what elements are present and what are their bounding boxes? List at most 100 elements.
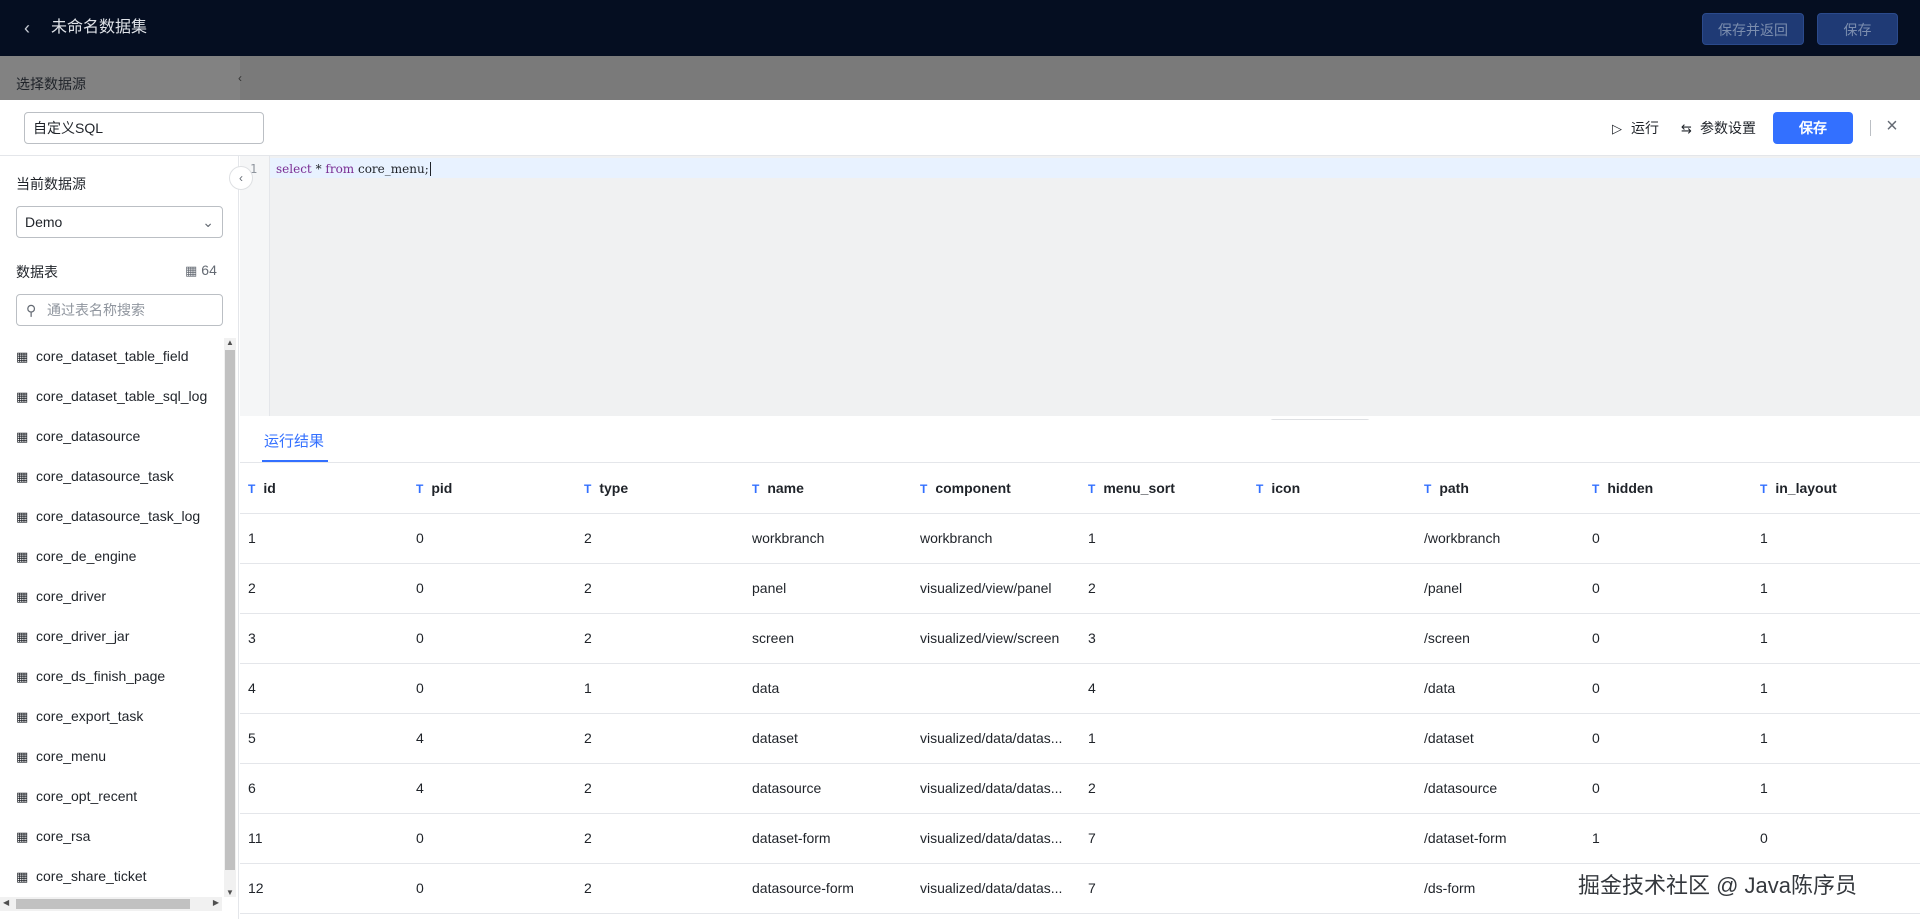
chevron-left-icon[interactable]: ‹	[232, 70, 248, 86]
column-header[interactable]: Tpid	[408, 463, 576, 514]
table-cell: /dataset-form	[1416, 813, 1584, 864]
table-cell: 2	[576, 813, 744, 864]
table-list-item[interactable]: ▦ core_driver	[0, 576, 222, 616]
table-cell: /workbranch	[1416, 513, 1584, 564]
scroll-down-icon[interactable]: ▼	[226, 888, 234, 897]
close-icon[interactable]: ×	[1882, 116, 1902, 136]
column-header[interactable]: Tid	[240, 463, 408, 514]
table-cell: 1	[1752, 563, 1920, 614]
table-cell: /dataset	[1416, 713, 1584, 764]
table-row: 3 0 2 screen visualized/view/screen 3/screen 0…	[240, 613, 1920, 664]
run-button[interactable]: ▷ 运行	[1612, 118, 1659, 138]
table-cell: 1	[1752, 763, 1920, 814]
table-list-item[interactable]: ▦ core_driver_jar	[0, 616, 222, 656]
table-row: 6 4 2 datasource visualized/data/datas... 2/d…	[240, 763, 1920, 814]
table-list-item[interactable]: ▦ core_dataset_table_field	[0, 336, 222, 376]
table-cell: 1	[1080, 513, 1248, 564]
table-icon: ▦	[16, 429, 29, 444]
datasource-select[interactable]: Demo ⌄	[16, 206, 223, 238]
table-list-item[interactable]: ▦ core_datasource_task_log	[0, 496, 222, 536]
table-cell: 4	[408, 763, 576, 814]
active-line-highlight	[270, 158, 1920, 178]
tables-label: 数据表	[16, 264, 58, 280]
column-header[interactable]: Ticon	[1248, 463, 1416, 514]
table-list-item[interactable]: ▦ core_dataset_table_sql_log	[0, 376, 222, 416]
save-button-top[interactable]: 保存	[1817, 13, 1898, 45]
scroll-up-icon[interactable]: ▲	[226, 338, 234, 347]
table-cell: 2	[1080, 763, 1248, 814]
table-list-item[interactable]: ▦ core_datasource_task	[0, 456, 222, 496]
table-cell: 2	[240, 563, 408, 614]
table-body: 1 0 2 workbranch workbranch 1/workbranch 0 1 2 0 2…	[240, 513, 1920, 914]
tab-run-results[interactable]: 运行结果	[264, 430, 324, 451]
table-cell: 0	[408, 563, 576, 614]
table-cell: 12	[240, 863, 408, 914]
column-header[interactable]: Tpath	[1416, 463, 1584, 514]
table-list-item[interactable]: ▦ core_datasource	[0, 416, 222, 456]
table-list-item[interactable]: ▦ core_share_ticket	[0, 856, 222, 895]
scrollbar-thumb[interactable]	[225, 350, 235, 870]
table-list-item[interactable]: ▦ core_menu	[0, 736, 222, 776]
sql-editor[interactable]: 1 select * from core_menu;​	[240, 156, 1920, 425]
table-cell: visualized/view/panel	[912, 563, 1080, 614]
chevron-down-icon: ⌄	[202, 214, 214, 230]
text-type-icon: T	[920, 481, 928, 496]
table-cell: 11	[240, 813, 408, 864]
vertical-scrollbar[interactable]: ▲ ▼	[224, 338, 236, 897]
table-cell	[1248, 763, 1416, 814]
results-panel: 运行结果 Tid Tpid Ttype Tname Tcomponent Tmenu_so…	[240, 420, 1920, 919]
scroll-left-icon[interactable]: ◀	[3, 898, 9, 907]
collapse-panel-button[interactable]: ‹	[229, 166, 253, 190]
back-arrow-icon[interactable]: ‹	[24, 18, 40, 38]
params-settings-button[interactable]: ⇆ 参数设置	[1681, 118, 1756, 138]
save-and-return-button[interactable]: 保存并返回	[1702, 13, 1804, 45]
table-cell: 4	[408, 713, 576, 764]
text-cursor: ​	[429, 162, 431, 176]
table-cell: 0	[408, 813, 576, 864]
column-header[interactable]: Tmenu_sort	[1080, 463, 1248, 514]
table-search-input[interactable]: ⚲ 通过表名称搜索	[16, 294, 223, 326]
table-icon: ▦	[16, 349, 29, 364]
table-list-item[interactable]: ▦ core_de_engine	[0, 536, 222, 576]
table-list-item[interactable]: ▦ core_opt_recent	[0, 776, 222, 816]
sql-code-line[interactable]: select * from core_menu;​	[276, 161, 431, 177]
table-cell: 0	[1584, 663, 1752, 714]
table-list-item[interactable]: ▦ core_rsa	[0, 816, 222, 856]
column-header[interactable]: Tin_layout	[1752, 463, 1920, 514]
text-type-icon: T	[1424, 481, 1432, 496]
scroll-right-icon[interactable]: ▶	[213, 898, 219, 907]
table-cell: datasource-form	[744, 863, 912, 914]
table-cell	[1248, 663, 1416, 714]
table-cell: /data	[1416, 663, 1584, 714]
table-name: core_datasource_task	[36, 468, 174, 484]
dataset-name-input[interactable]: 自定义SQL	[24, 112, 264, 144]
table-cell: workbranch	[744, 513, 912, 564]
datasource-panel: 当前数据源 Demo ⌄ 数据表 ▦ 64 ⚲ 通过表名称搜索 ▦ core_dat…	[0, 156, 239, 919]
table-cell: /screen	[1416, 613, 1584, 664]
table-list-item[interactable]: ▦ core_export_task	[0, 696, 222, 736]
table-icon: ▦	[185, 263, 198, 278]
table-cell: datasource	[744, 763, 912, 814]
table-cell: /datasource	[1416, 763, 1584, 814]
column-header-label: menu_sort	[1103, 479, 1175, 496]
column-header[interactable]: Ttype	[576, 463, 744, 514]
table-list-item[interactable]: ▦ core_ds_finish_page	[0, 656, 222, 696]
table-cell: 0	[408, 863, 576, 914]
table-cell: visualized/data/datas...	[912, 813, 1080, 864]
table-icon: ▦	[16, 669, 29, 684]
table-icon: ▦	[16, 389, 29, 404]
horizontal-scrollbar[interactable]: ◀ ▶	[0, 897, 222, 911]
overlay-mask: 选择数据源 ‹	[0, 56, 1920, 100]
table-cell: data	[744, 663, 912, 714]
text-type-icon: T	[752, 481, 760, 496]
line-gutter: 1	[240, 156, 270, 416]
column-header[interactable]: Tname	[744, 463, 912, 514]
table-cell: 1	[1752, 713, 1920, 764]
sql-keyword: from	[325, 162, 355, 176]
scrollbar-thumb[interactable]	[16, 899, 190, 909]
save-button[interactable]: 保存	[1773, 112, 1853, 144]
column-header[interactable]: Thidden	[1584, 463, 1752, 514]
text-type-icon: T	[416, 481, 424, 496]
column-header[interactable]: Tcomponent	[912, 463, 1080, 514]
table-icon: ▦	[16, 829, 29, 844]
